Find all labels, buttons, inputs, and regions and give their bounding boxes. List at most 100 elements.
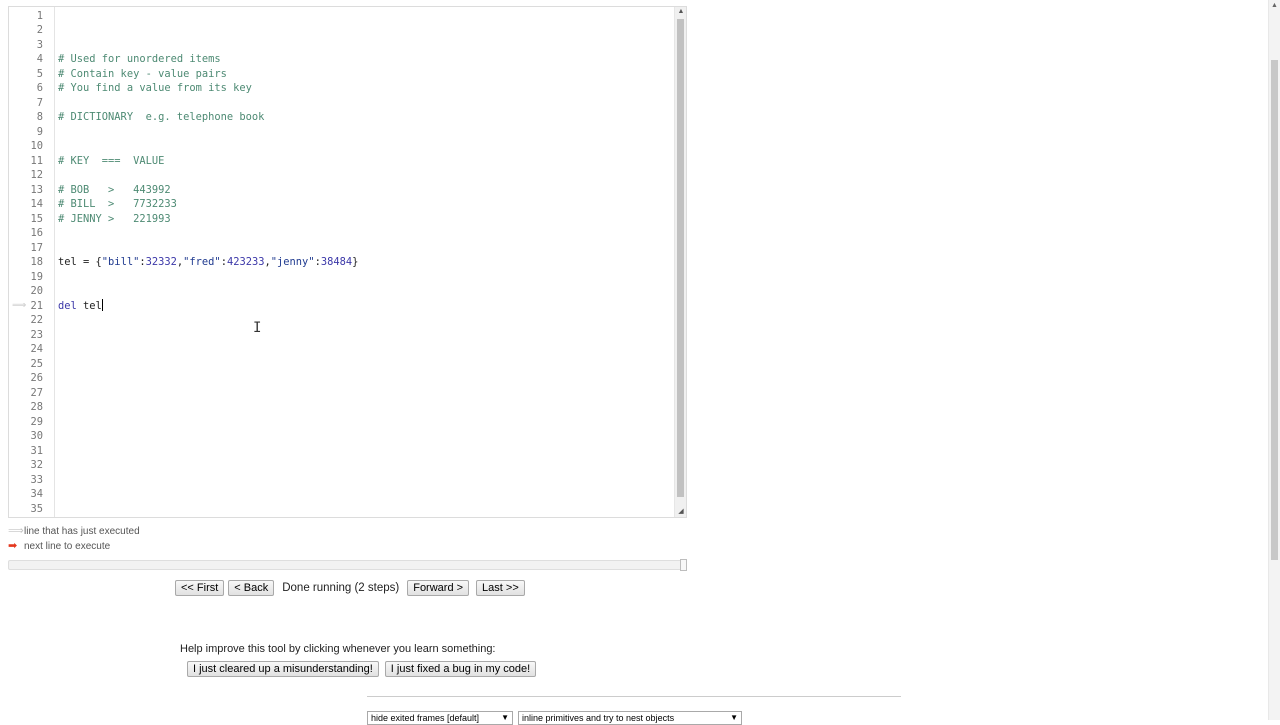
frames-select-value: hide exited frames [default] — [371, 713, 480, 723]
line-number: 26 — [30, 372, 43, 384]
line-code: # JENNY > 221993 — [58, 212, 171, 227]
code-line[interactable]: ⟹ 21 del tel — [9, 298, 674, 314]
line-number: 18 — [30, 256, 43, 268]
line-code: # Contain key - value pairs — [58, 67, 227, 82]
code-line[interactable]: 13 # BOB > 443992 — [9, 183, 674, 198]
misunderstanding-button[interactable]: I just cleared up a misunderstanding! — [187, 661, 379, 677]
line-number: 12 — [30, 169, 43, 181]
text-caret — [101, 298, 103, 311]
scroll-up-icon[interactable]: ▲ — [675, 7, 686, 17]
code-line[interactable]: 4 # Used for unordered items — [9, 52, 674, 67]
code-line[interactable]: 24 — [9, 342, 674, 357]
code-line[interactable]: 16 — [9, 226, 674, 241]
page-scrollbar[interactable]: ▲ — [1268, 0, 1280, 720]
code-token: # You find a value from its key — [58, 82, 252, 94]
bugfix-button[interactable]: I just fixed a bug in my code! — [384, 661, 537, 677]
code-line[interactable]: 6 # You find a value from its key — [9, 81, 674, 96]
legend-executed: ⟹ line that has just executed — [8, 524, 140, 539]
code-line[interactable]: 28 — [9, 400, 674, 415]
line-number: 13 — [30, 183, 43, 196]
arrow-legend: ⟹ line that has just executed ➡ next lin… — [8, 524, 140, 554]
slider-handle[interactable] — [680, 559, 687, 571]
code-line[interactable]: 30 — [9, 429, 674, 444]
code-line[interactable]: 17 — [9, 241, 674, 256]
code-token: # KEY === VALUE — [58, 154, 165, 167]
line-number: 29 — [30, 415, 43, 428]
line-code: # KEY === VALUE — [58, 154, 164, 169]
code-line[interactable]: 15 # JENNY > 221993 — [9, 212, 674, 227]
code-line[interactable]: 32 — [9, 458, 674, 473]
code-line[interactable]: 9 — [9, 125, 674, 140]
code-line[interactable]: 20 — [9, 284, 674, 299]
resize-grip-icon[interactable]: ◢ — [675, 507, 686, 517]
code-line[interactable]: 1 — [9, 9, 674, 24]
page-scrollbar-thumb[interactable] — [1271, 60, 1278, 560]
code-line[interactable]: 31 — [9, 444, 674, 459]
code-token: # Contain key - value pairs — [58, 67, 227, 80]
chevron-down-icon: ▼ — [730, 713, 738, 722]
code-token: # BOB > 443992 — [58, 183, 171, 196]
display-options: hide exited frames [default] ▼ inline pr… — [367, 711, 742, 725]
code-line[interactable]: 18 tel = {"bill":32332,"fred":423233,"jen… — [9, 255, 674, 270]
text-cursor-icon: I — [253, 320, 262, 336]
line-code: # You find a value from its key — [58, 81, 252, 96]
code-line[interactable]: 11 # KEY === VALUE — [9, 154, 674, 169]
divider — [367, 696, 901, 697]
code-token: } — [352, 256, 359, 268]
line-code: del tel — [58, 298, 103, 314]
scroll-up-icon[interactable]: ▲ — [1269, 0, 1280, 12]
line-code: # Used for unordered items — [58, 52, 221, 67]
gray-arrow-icon: ⟹ — [8, 525, 24, 537]
code-lines[interactable]: 1 2 3 4 # Used for unordered items 5 # Contain… — [9, 7, 674, 517]
code-line[interactable]: 33 — [9, 473, 674, 488]
code-line[interactable]: 22 — [9, 313, 674, 328]
first-button[interactable]: << First — [175, 580, 225, 596]
execution-step-slider[interactable] — [8, 559, 687, 571]
back-button[interactable]: < Back — [228, 580, 275, 596]
code-line[interactable]: 27 — [9, 386, 674, 401]
line-number: 16 — [30, 227, 43, 239]
line-number: 9 — [36, 125, 43, 138]
line-number: 22 — [30, 314, 43, 326]
code-token: 32332 — [145, 256, 177, 268]
code-token: tel — [76, 299, 102, 312]
code-line[interactable]: 14 # BILL > 7732233 — [9, 197, 674, 212]
line-number: 15 — [30, 212, 43, 225]
code-editor[interactable]: 1 2 3 4 # Used for unordered items 5 # Contain… — [8, 6, 687, 518]
code-line[interactable]: 5 # Contain key - value pairs — [9, 67, 674, 82]
red-arrow-icon: ➡ — [8, 540, 18, 552]
line-code: # BILL > 7732233 — [58, 197, 177, 212]
code-line[interactable]: 3 — [9, 38, 674, 53]
line-number: 11 — [30, 154, 43, 167]
forward-button[interactable]: Forward > — [407, 580, 470, 596]
code-token: # DICTIONARY e.g. telephone book — [58, 111, 265, 123]
line-number: 8 — [36, 111, 43, 123]
line-number: 1 — [36, 9, 43, 22]
editor-scrollbar[interactable]: ▲ ◢ — [674, 7, 686, 517]
line-number: 20 — [30, 285, 43, 297]
code-line[interactable]: 8 # DICTIONARY e.g. telephone book — [9, 110, 674, 125]
code-token: 423233 — [226, 256, 265, 268]
code-line[interactable]: 10 — [9, 139, 674, 154]
primitives-select[interactable]: inline primitives and try to nest object… — [518, 711, 742, 725]
code-line[interactable]: 34 — [9, 487, 674, 502]
last-button[interactable]: Last >> — [476, 580, 525, 596]
code-line[interactable]: 29 — [9, 415, 674, 430]
frames-select[interactable]: hide exited frames [default] ▼ — [367, 711, 513, 725]
code-line[interactable]: 12 — [9, 168, 674, 183]
code-line[interactable]: 2 — [9, 23, 674, 38]
code-line[interactable]: 23 — [9, 328, 674, 343]
line-number: 7 — [36, 96, 43, 109]
editor-scrollbar-thumb[interactable] — [677, 19, 684, 497]
code-line[interactable]: 7 — [9, 96, 674, 111]
line-number: 33 — [30, 473, 43, 486]
code-line[interactable]: 25 — [9, 357, 674, 372]
line-number: 30 — [30, 430, 43, 442]
line-code: # BOB > 443992 — [58, 183, 171, 198]
line-number: 10 — [30, 140, 43, 152]
code-line[interactable]: 35 — [9, 502, 674, 517]
code-line[interactable]: 26 — [9, 371, 674, 386]
line-number: 17 — [30, 241, 43, 254]
code-line[interactable]: 19 — [9, 270, 674, 285]
code-token: 38484 — [320, 256, 353, 268]
